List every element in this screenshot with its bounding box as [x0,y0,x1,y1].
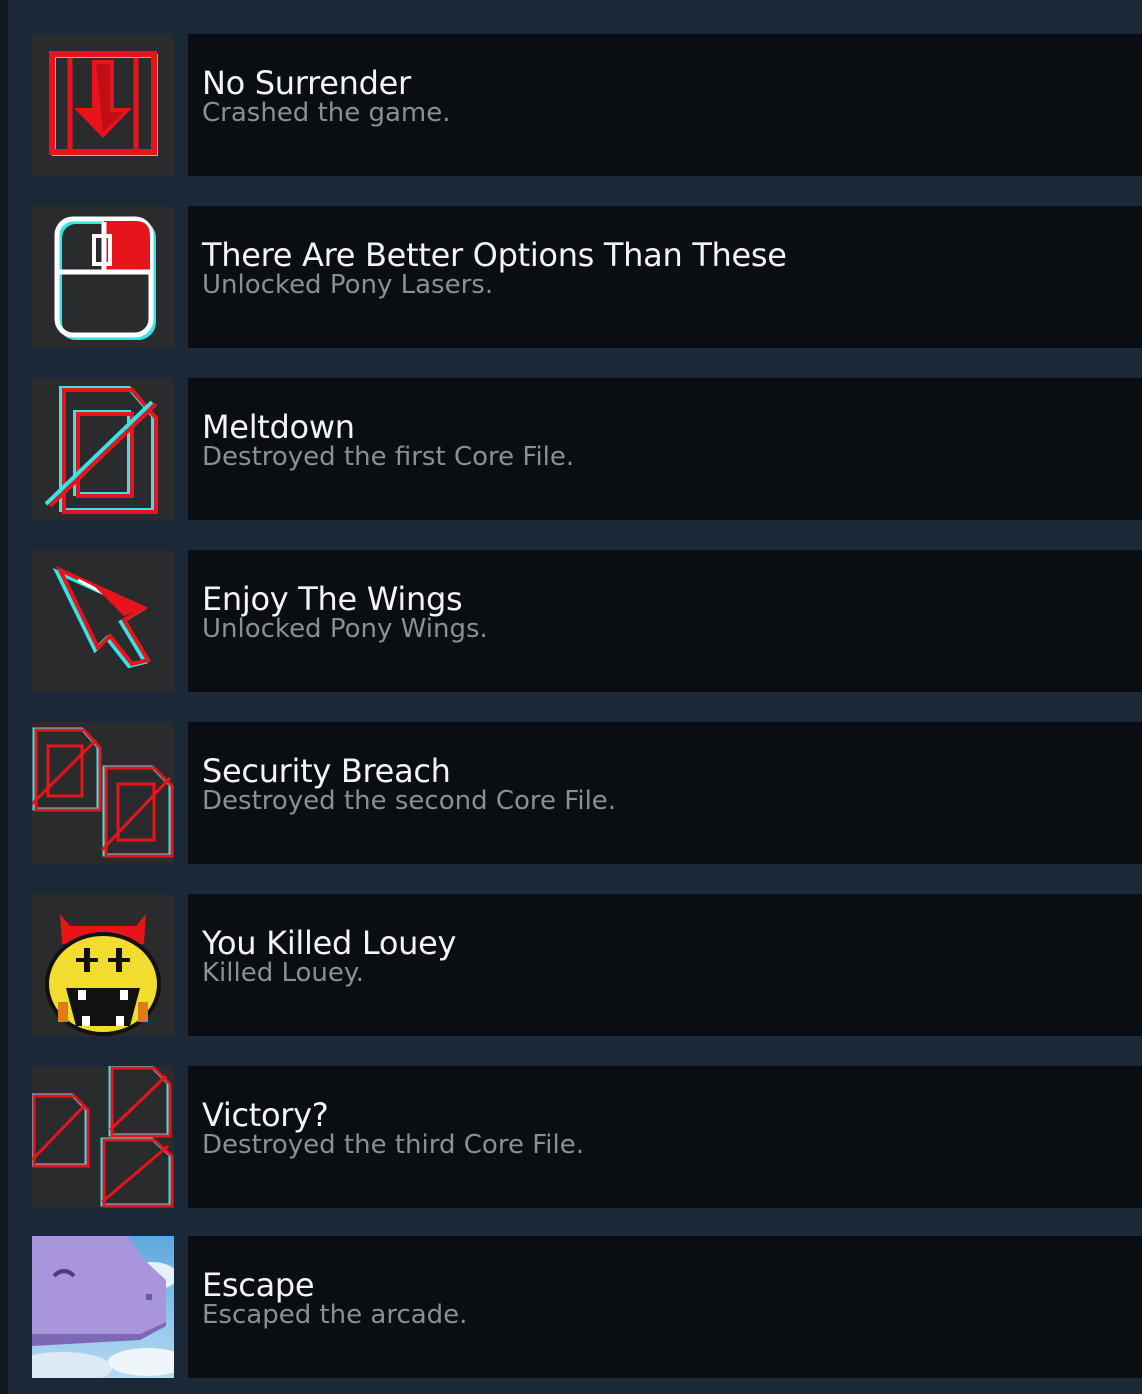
achievement-description: Crashed the game. [202,98,451,128]
achievement-row[interactable]: No Surrender Crashed the game. [32,34,1142,176]
achievement-card: Security Breach Destroyed the second Cor… [188,722,1142,864]
achievements-list: No Surrender Crashed the game. There Are… [0,0,1142,1394]
achievement-card: There Are Better Options Than These Unlo… [188,206,1142,348]
two-broken-core-files-icon [32,722,174,864]
achievement-card: You Killed Louey Killed Louey. [188,894,1142,1036]
broken-core-file-icon [32,378,174,520]
wing-icon [32,550,174,692]
achievement-description: Unlocked Pony Lasers. [202,270,494,300]
achievement-description: Destroyed the third Core File. [202,1130,584,1160]
achievement-row[interactable]: Enjoy The Wings Unlocked Pony Wings. [32,550,1142,692]
achievement-card: No Surrender Crashed the game. [188,34,1142,176]
achievement-row[interactable]: Security Breach Destroyed the second Cor… [32,722,1142,864]
achievement-card: Escape Escaped the arcade. [188,1236,1142,1378]
achievement-description: Destroyed the second Core File. [202,786,617,816]
pony-in-sky-icon [32,1236,174,1378]
achievement-description: Destroyed the first Core File. [202,442,575,472]
achievement-title: Escape [202,1266,315,1304]
achievement-card: Meltdown Destroyed the first Core File. [188,378,1142,520]
three-broken-core-files-icon [32,1066,174,1208]
achievement-title: You Killed Louey [202,924,457,962]
achievement-title: Meltdown [202,408,355,446]
achievement-title: There Are Better Options Than These [202,236,787,274]
achievement-row[interactable]: Escape Escaped the arcade. [32,1236,1142,1378]
achievement-description: Escaped the arcade. [202,1300,468,1330]
achievement-row[interactable]: Meltdown Destroyed the first Core File. [32,378,1142,520]
achievement-card: Enjoy The Wings Unlocked Pony Wings. [188,550,1142,692]
achievement-row[interactable]: There Are Better Options Than These Unlo… [32,206,1142,348]
achievement-title: Victory? [202,1096,329,1134]
achievement-title: Security Breach [202,752,451,790]
achievement-row[interactable]: You Killed Louey Killed Louey. [32,894,1142,1036]
achievement-title: Enjoy The Wings [202,580,463,618]
mouse-icon [32,206,174,348]
achievement-card: Victory? Destroyed the third Core File. [188,1066,1142,1208]
achievement-row[interactable]: Victory? Destroyed the third Core File. [32,1066,1142,1208]
louey-devil-face-icon [32,894,174,1036]
red-arrow-box-icon [32,34,174,176]
achievement-description: Killed Louey. [202,958,364,988]
achievement-title: No Surrender [202,64,411,102]
achievement-description: Unlocked Pony Wings. [202,614,488,644]
